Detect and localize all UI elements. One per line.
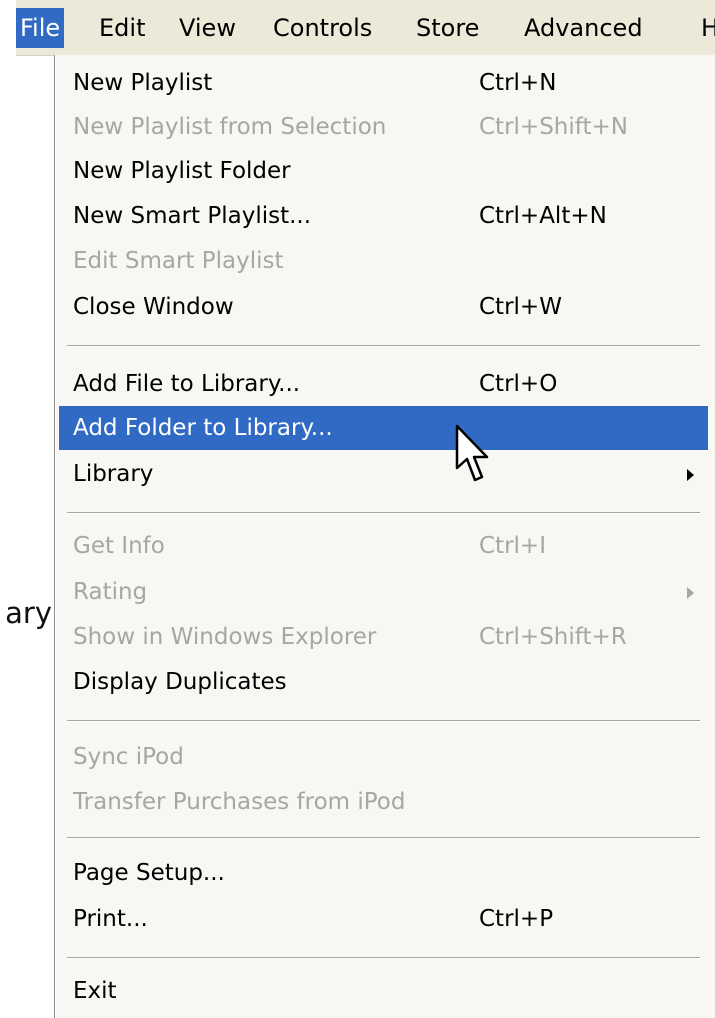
menubar-advanced[interactable]: Advanced <box>520 8 647 48</box>
menu-item-shortcut: Ctrl+N <box>479 70 557 96</box>
menubar-store[interactable]: Store <box>412 8 483 48</box>
menubar-file[interactable]: File <box>16 8 65 48</box>
menu-item-new-playlist-from-selection: New Playlist from Selection Ctrl+Shift+N <box>59 105 708 149</box>
menu-item-print[interactable]: Print... Ctrl+P <box>59 897 708 941</box>
menu-item-shortcut: Ctrl+Alt+N <box>479 203 607 229</box>
menu-item-new-playlist[interactable]: New Playlist Ctrl+N <box>59 61 708 105</box>
menu-item-label: Rating <box>73 579 148 605</box>
menu-item-library[interactable]: Library <box>59 452 708 496</box>
menu-item-label: Display Duplicates <box>73 669 287 695</box>
menu-item-edit-smart-playlist: Edit Smart Playlist <box>59 239 708 283</box>
menu-item-label: Library <box>73 461 154 487</box>
menu-item-label: New Smart Playlist... <box>73 203 312 229</box>
menu-item-label: Transfer Purchases from iPod <box>73 789 406 815</box>
file-menu-dropdown: New Playlist Ctrl+N New Playlist from Se… <box>54 55 715 1018</box>
menu-item-label: Print... <box>73 906 148 932</box>
menu-item-label: New Playlist from Selection <box>73 114 387 140</box>
menu-item-add-folder-to-library[interactable]: Add Folder to Library... <box>59 406 708 450</box>
screenshot-stage: ary File Edit View Controls Store Advanc… <box>0 0 715 1018</box>
menu-item-rating: Rating <box>59 570 708 614</box>
menu-item-label: New Playlist Folder <box>73 158 291 184</box>
menubar-help[interactable]: H <box>697 8 715 48</box>
menu-item-label: Edit Smart Playlist <box>73 248 284 274</box>
menu-item-label: Get Info <box>73 533 165 559</box>
menu-item-add-file-to-library[interactable]: Add File to Library... Ctrl+O <box>59 362 708 406</box>
menu-item-new-playlist-folder[interactable]: New Playlist Folder <box>59 149 708 193</box>
menu-item-sync-ipod: Sync iPod <box>59 735 708 779</box>
menu-item-display-duplicates[interactable]: Display Duplicates <box>59 660 708 704</box>
menubar-view[interactable]: View <box>175 8 240 48</box>
menu-item-label: Add File to Library... <box>73 371 301 397</box>
menu-item-shortcut: Ctrl+Shift+N <box>479 114 628 140</box>
menu-item-shortcut: Ctrl+I <box>479 533 546 559</box>
menu-bar: File Edit View Controls Store Advanced H <box>16 0 715 56</box>
menu-item-label: New Playlist <box>73 70 213 96</box>
menu-item-label: Page Setup... <box>73 860 225 886</box>
menu-separator <box>67 512 700 514</box>
menubar-edit[interactable]: Edit <box>95 8 149 48</box>
menu-item-close-window[interactable]: Close Window Ctrl+W <box>59 285 708 329</box>
menu-item-label: Close Window <box>73 294 234 320</box>
menu-separator <box>67 345 700 347</box>
submenu-arrow-icon <box>687 469 694 481</box>
menu-item-label: Sync iPod <box>73 744 184 770</box>
menu-item-new-smart-playlist[interactable]: New Smart Playlist... Ctrl+Alt+N <box>59 194 708 238</box>
menu-separator <box>67 837 700 839</box>
menu-item-label: Show in Windows Explorer <box>73 624 377 650</box>
menu-item-show-in-windows-explorer: Show in Windows Explorer Ctrl+Shift+R <box>59 615 708 659</box>
menu-item-exit[interactable]: Exit <box>59 969 708 1013</box>
menu-item-shortcut: Ctrl+Shift+R <box>479 624 627 650</box>
menu-item-shortcut: Ctrl+W <box>479 294 562 320</box>
menu-item-transfer-purchases: Transfer Purchases from iPod <box>59 780 708 824</box>
menu-item-shortcut: Ctrl+P <box>479 906 554 932</box>
menu-item-get-info: Get Info Ctrl+I <box>59 524 708 568</box>
menu-separator <box>67 720 700 722</box>
menu-item-label: Exit <box>73 978 117 1004</box>
background-window-text: ary <box>5 596 52 630</box>
arrow-cursor-icon <box>455 424 489 482</box>
menu-item-shortcut: Ctrl+O <box>479 371 558 397</box>
menu-item-label: Add Folder to Library... <box>73 415 333 441</box>
menu-separator <box>67 957 700 959</box>
menu-item-page-setup[interactable]: Page Setup... <box>59 851 708 895</box>
menubar-controls[interactable]: Controls <box>269 8 376 48</box>
submenu-arrow-icon <box>687 587 694 599</box>
